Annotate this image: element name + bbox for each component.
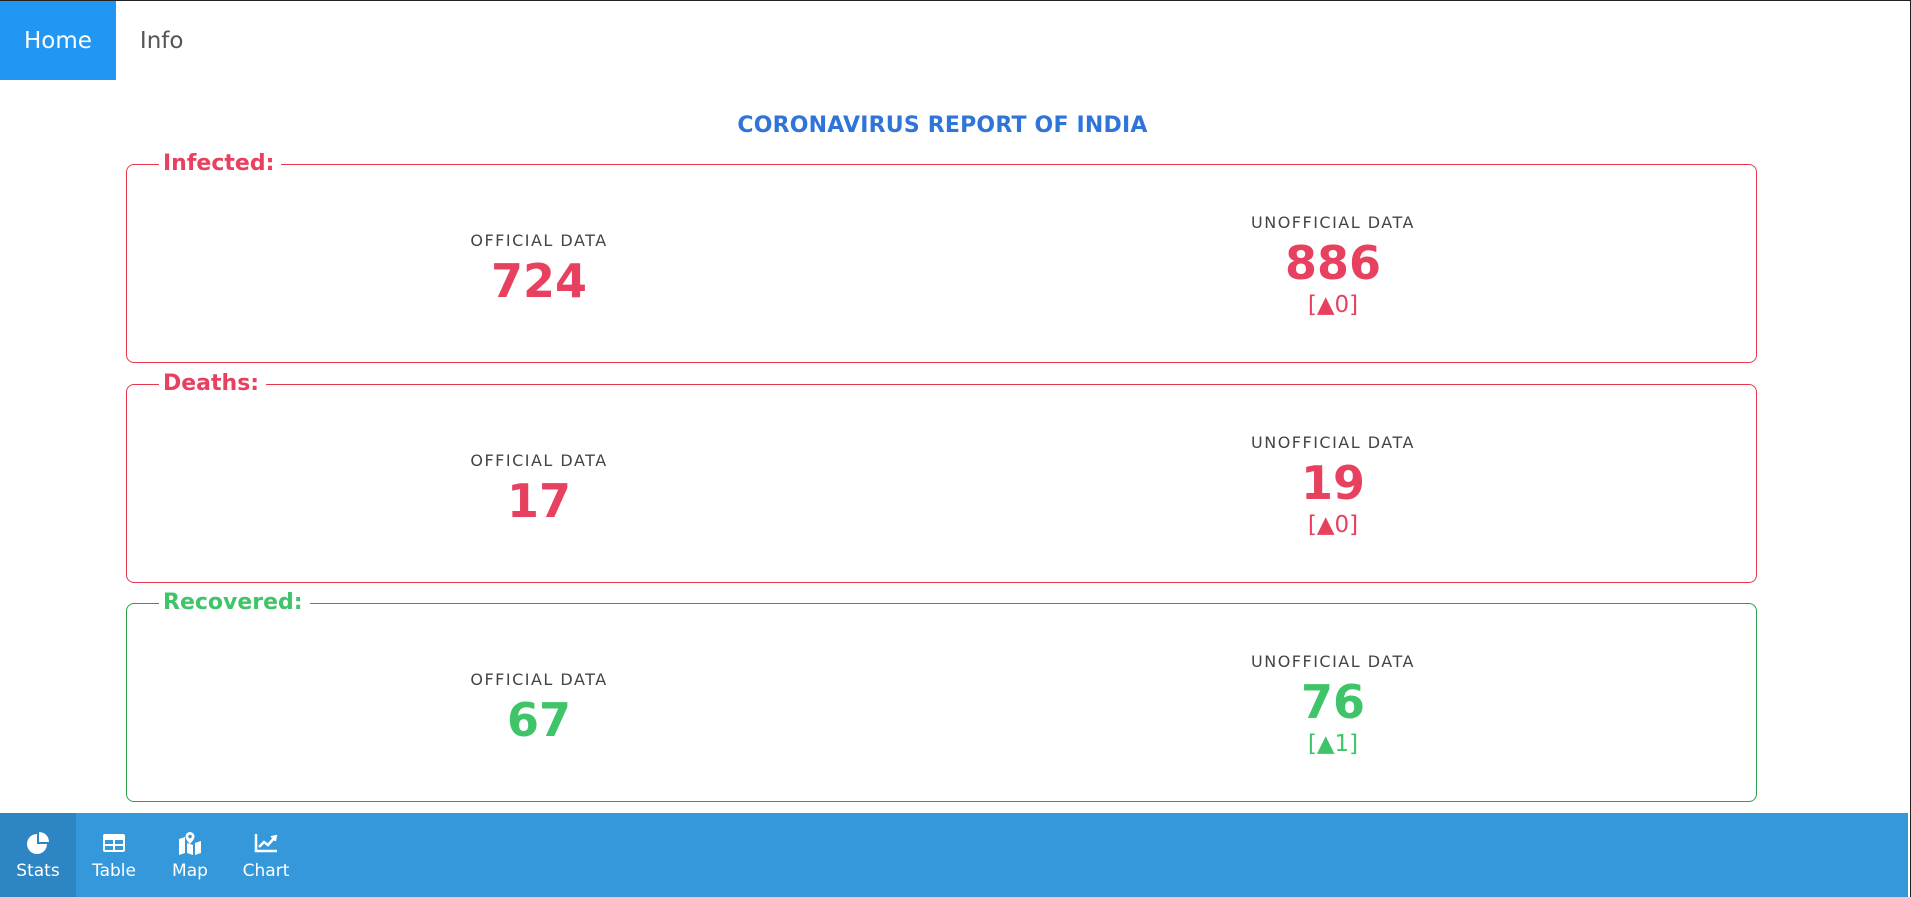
pie-chart-icon [27, 831, 49, 854]
infected-legend: Infected: [159, 151, 282, 177]
recovered-unofficial-delta: [▲1] [1307, 731, 1359, 757]
deaths-unofficial: UNOFFICIAL DATA 19 [▲0] [1133, 433, 1533, 540]
recovered-unofficial-value: 76 [1300, 675, 1365, 729]
bottom-nav-label: Stats [16, 860, 60, 881]
infected-unofficial-value: 886 [1284, 236, 1382, 290]
deaths-unofficial-value: 19 [1300, 456, 1365, 510]
bottom-nav: Stats Table Map Chart [0, 813, 1908, 897]
official-data-label: OFFICIAL DATA [470, 670, 608, 689]
app-frame: Home Info CORONAVIRUS REPORT OF INDIA In… [0, 0, 1911, 897]
infected-official-value: 724 [490, 254, 588, 308]
map-icon [179, 831, 201, 855]
bottom-nav-label: Map [172, 860, 208, 881]
infected-unofficial-delta: [▲0] [1307, 292, 1359, 318]
line-chart-icon [254, 833, 278, 852]
bottom-nav-map[interactable]: Map [152, 813, 228, 897]
recovered-panel: Recovered: OFFICIAL DATA 67 UNOFFICIAL D… [126, 590, 1757, 802]
top-nav: Home Info [0, 1, 207, 80]
tab-info[interactable]: Info [116, 1, 208, 80]
unofficial-data-label: UNOFFICIAL DATA [1251, 213, 1415, 232]
bottom-nav-label: Table [92, 860, 136, 881]
unofficial-data-label: UNOFFICIAL DATA [1251, 652, 1415, 671]
bottom-nav-label: Chart [242, 860, 290, 881]
deaths-official-value: 17 [506, 474, 571, 528]
recovered-legend: Recovered: [159, 590, 310, 616]
recovered-official-value: 67 [506, 693, 571, 747]
recovered-unofficial: UNOFFICIAL DATA 76 [▲1] [1133, 652, 1533, 759]
deaths-unofficial-delta: [▲0] [1307, 512, 1359, 538]
deaths-official: OFFICIAL DATA 17 [339, 451, 739, 528]
deaths-legend: Deaths: [159, 371, 267, 397]
bottom-nav-table[interactable]: Table [76, 813, 152, 897]
bottom-nav-chart[interactable]: Chart [228, 813, 304, 897]
infected-official: OFFICIAL DATA 724 [339, 231, 739, 308]
deaths-panel: Deaths: OFFICIAL DATA 17 UNOFFICIAL DATA… [126, 371, 1757, 583]
recovered-official: OFFICIAL DATA 67 [339, 670, 739, 747]
infected-panel: Infected: OFFICIAL DATA 724 UNOFFICIAL D… [126, 151, 1757, 363]
table-icon [103, 833, 125, 852]
tab-home[interactable]: Home [0, 1, 116, 80]
page-title: CORONAVIRUS REPORT OF INDIA [737, 113, 1148, 138]
bottom-nav-stats[interactable]: Stats [0, 813, 76, 897]
infected-unofficial: UNOFFICIAL DATA 886 [▲0] [1133, 213, 1533, 320]
official-data-label: OFFICIAL DATA [470, 451, 608, 470]
unofficial-data-label: UNOFFICIAL DATA [1251, 433, 1415, 452]
official-data-label: OFFICIAL DATA [470, 231, 608, 250]
